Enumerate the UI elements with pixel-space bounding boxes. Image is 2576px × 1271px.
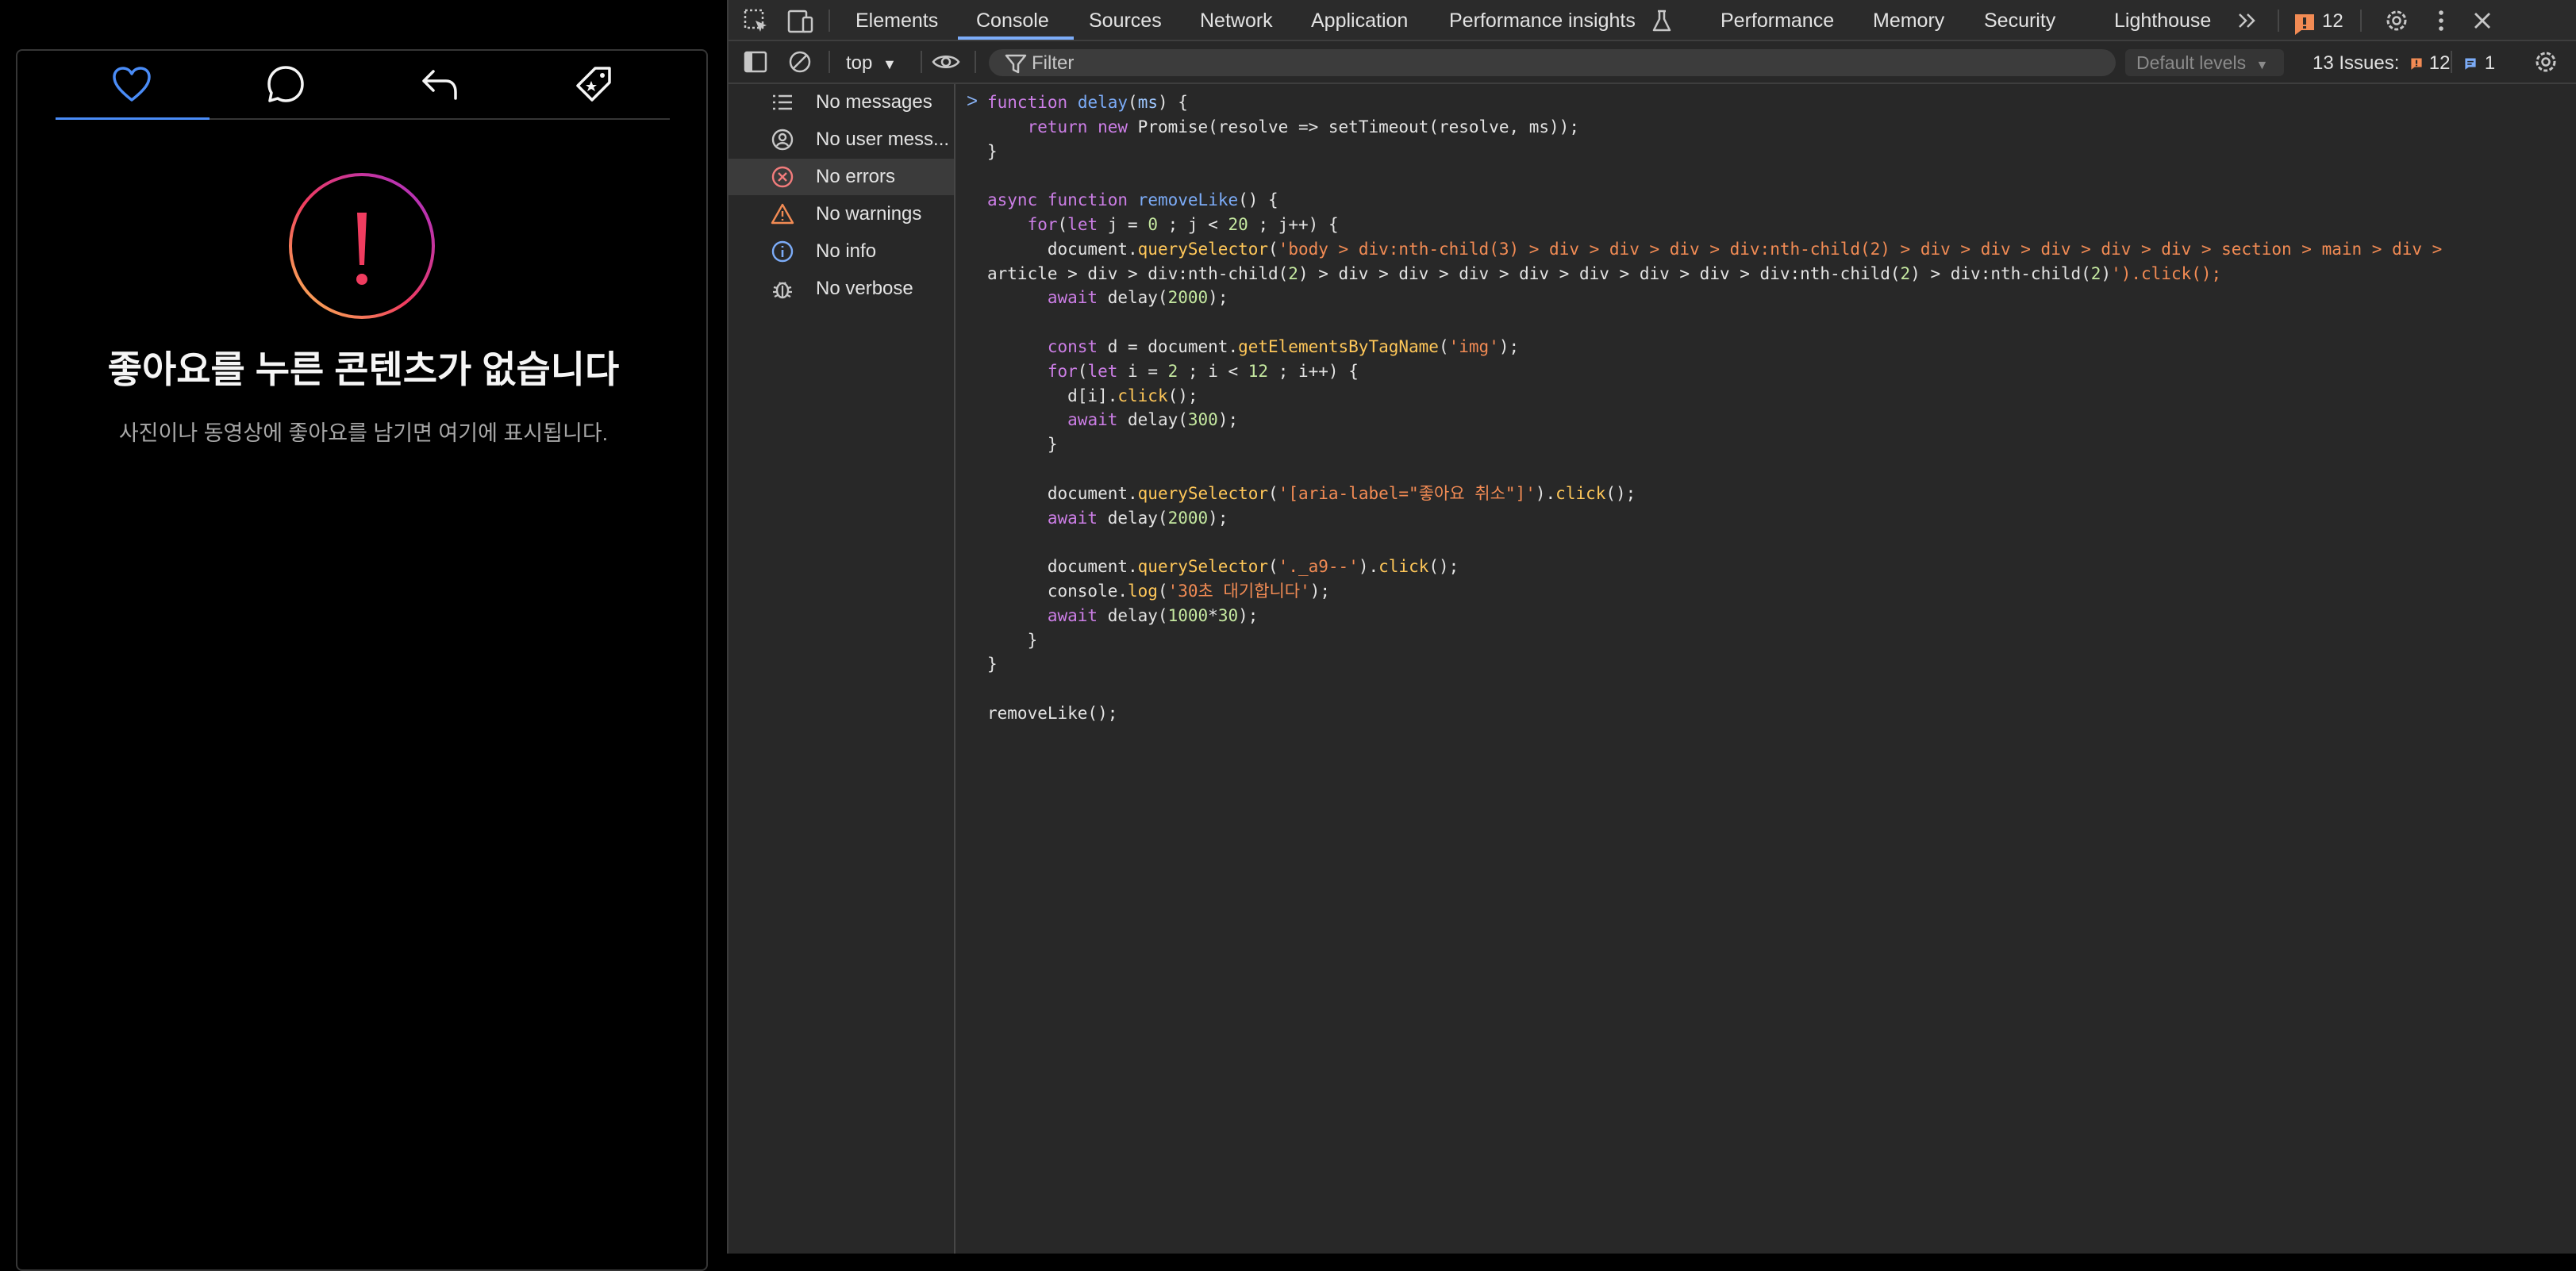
context-value: top bbox=[846, 52, 873, 74]
sidebar-item-label: No messages bbox=[816, 91, 932, 113]
tab-performance-insights[interactable]: Performance insights bbox=[1449, 0, 1636, 40]
empty-state-subtitle: 사진이나 동영상에 좋아요를 남기면 여기에 표시됩니다. bbox=[118, 421, 609, 445]
bug-icon bbox=[770, 276, 795, 301]
prompt-chevron-icon: > bbox=[967, 90, 978, 112]
console-settings-gear-icon[interactable] bbox=[2530, 46, 2562, 78]
sidebar-item-messages[interactable]: No messages bbox=[729, 84, 954, 121]
console-output[interactable]: > function delay(ms) { return new Promis… bbox=[957, 84, 2576, 1254]
issues-count[interactable]: 12 bbox=[2322, 11, 2343, 32]
filter-placeholder: Filter bbox=[1032, 52, 1075, 74]
device-toolbar-icon[interactable] bbox=[784, 5, 816, 36]
empty-state-title: 좋아요를 누른 콘텐츠가 없습니다 bbox=[107, 348, 620, 390]
warning-issues-icon bbox=[2408, 52, 2424, 70]
tab-divider bbox=[210, 118, 670, 120]
clear-console-icon[interactable] bbox=[784, 46, 816, 78]
settings-gear-icon[interactable] bbox=[2381, 5, 2413, 36]
sidebar-item-warnings[interactable]: No warnings bbox=[729, 196, 954, 232]
active-tab-bar bbox=[958, 36, 1074, 40]
warning-issues-icon[interactable] bbox=[2289, 6, 2316, 35]
comment-icon[interactable] bbox=[262, 60, 310, 108]
separator bbox=[921, 51, 922, 73]
issues-label: 13 Issues: bbox=[2313, 52, 2400, 74]
filter-funnel-icon bbox=[1000, 48, 1027, 75]
tab-network[interactable]: Network bbox=[1200, 0, 1273, 40]
separator bbox=[2278, 10, 2279, 32]
issues-warning-count: 12 bbox=[2428, 52, 2451, 74]
tab-security[interactable]: Security bbox=[1984, 0, 2055, 40]
tab-sources[interactable]: Sources bbox=[1089, 0, 1162, 40]
separator bbox=[2360, 10, 2362, 32]
tab-performance[interactable]: Performance bbox=[1721, 0, 1834, 40]
liked-content-panel: 좋아요를 누른 콘텐츠가 없습니다 사진이나 동영상에 좋아요를 남기면 여기에… bbox=[0, 0, 727, 1271]
devtools-panel: Elements Console Sources Network Applica… bbox=[727, 0, 2576, 1254]
chevron-down-icon: ▼ bbox=[882, 56, 897, 72]
sidebar-item-label: No user mess... bbox=[816, 129, 950, 150]
separator bbox=[829, 51, 830, 73]
issues-info-count: 1 bbox=[2484, 52, 2496, 74]
sidebar-toggle-icon[interactable] bbox=[740, 46, 771, 78]
live-expression-eye-icon[interactable] bbox=[930, 46, 962, 78]
log-levels-value: Default levels bbox=[2136, 52, 2247, 73]
info-icon bbox=[770, 239, 795, 264]
context-selector[interactable]: top ▼ bbox=[846, 50, 897, 78]
sidebar-item-errors[interactable]: No errors bbox=[729, 159, 954, 195]
separator bbox=[975, 51, 976, 73]
inspect-element-icon[interactable] bbox=[740, 5, 771, 36]
tab-memory[interactable]: Memory bbox=[1873, 0, 1944, 40]
list-icon bbox=[770, 90, 795, 115]
console-input-code[interactable]: function delay(ms) { return new Promise(… bbox=[987, 90, 2566, 726]
reply-icon[interactable] bbox=[416, 60, 463, 108]
more-options-icon[interactable] bbox=[2425, 5, 2457, 36]
experiment-flask-icon bbox=[1646, 5, 1678, 36]
alert-icon bbox=[287, 171, 436, 321]
sidebar-item-label: No info bbox=[816, 240, 877, 262]
sidebar-item-verbose[interactable]: No verbose bbox=[729, 271, 954, 307]
close-icon[interactable] bbox=[2466, 5, 2498, 36]
tab-elements[interactable]: Elements bbox=[855, 0, 938, 40]
separator bbox=[829, 10, 830, 32]
sidebar-item-label: No verbose bbox=[816, 278, 913, 299]
devtools-tab-bar: Elements Console Sources Network Applica… bbox=[729, 0, 2576, 41]
filter-input[interactable] bbox=[989, 49, 2116, 76]
warning-icon bbox=[770, 202, 795, 227]
issues-summary[interactable]: 13 Issues: 12 1 bbox=[2313, 50, 2495, 77]
user-icon bbox=[770, 127, 795, 152]
sidebar-item-label: No errors bbox=[816, 166, 896, 187]
tag-icon[interactable] bbox=[570, 60, 617, 108]
sidebar-item-user-messages[interactable]: No user mess... bbox=[729, 121, 954, 158]
active-tab-indicator bbox=[56, 117, 210, 120]
sidebar-item-info[interactable]: No info bbox=[729, 233, 954, 270]
info-issues-icon bbox=[2462, 52, 2479, 70]
more-tabs-icon[interactable] bbox=[2232, 5, 2263, 36]
tab-console[interactable]: Console bbox=[976, 0, 1049, 40]
error-icon bbox=[770, 164, 795, 190]
tab-application[interactable]: Application bbox=[1311, 0, 1408, 40]
sidebar-item-label: No warnings bbox=[816, 203, 922, 225]
heart-icon[interactable] bbox=[108, 60, 156, 108]
console-sidebar: No messages No user mess... No errors No… bbox=[729, 84, 955, 1254]
tab-lighthouse[interactable]: Lighthouse bbox=[2114, 0, 2211, 40]
log-levels-dropdown[interactable]: Default levels ▼ bbox=[2125, 49, 2284, 76]
chevron-down-icon: ▼ bbox=[2255, 59, 2269, 72]
separator bbox=[2451, 51, 2452, 73]
